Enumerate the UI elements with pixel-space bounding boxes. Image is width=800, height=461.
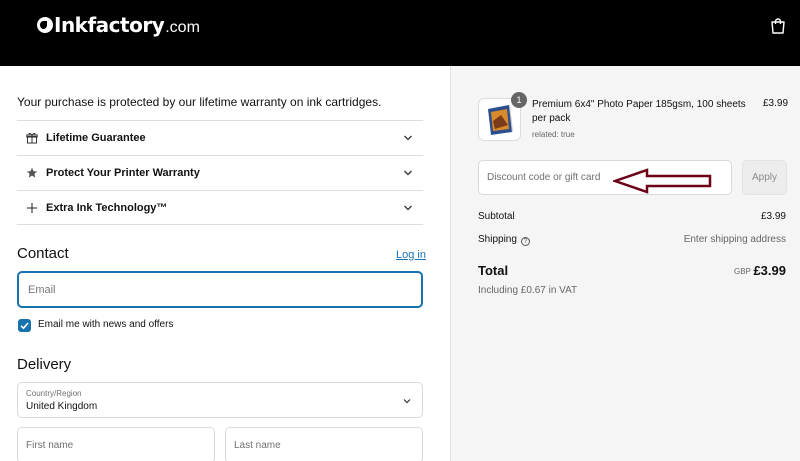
newsletter-label: Email me with news and offers xyxy=(38,319,174,330)
logo-icon xyxy=(37,17,53,33)
logo-name: Inkfactory xyxy=(54,13,165,37)
logo-tld: .com xyxy=(165,19,200,36)
total-label: Total xyxy=(478,263,509,278)
accordion-label: Protect Your Printer Warranty xyxy=(46,167,200,179)
subtotal-value: £3.99 xyxy=(760,211,786,222)
order-summary: 1 Premium 6x4" Photo Paper 185gsm, 100 s… xyxy=(450,66,800,461)
subtotal-label: Subtotal xyxy=(478,211,515,222)
gift-icon xyxy=(26,132,38,144)
first-name-placeholder: First name xyxy=(26,440,74,451)
star-icon xyxy=(26,167,38,179)
login-link[interactable]: Log in xyxy=(396,249,426,261)
chevron-down-icon xyxy=(403,399,411,404)
email-field-wrapper xyxy=(17,271,423,308)
accordion-extra-ink[interactable]: Extra Ink Technology™ xyxy=(17,190,423,225)
header: Inkfactory .com xyxy=(0,0,800,66)
chevron-down-icon xyxy=(404,135,412,141)
country-label: Country/Region xyxy=(26,389,82,398)
shipping-row-label: Shipping? xyxy=(478,234,530,246)
accordion-printer-warranty[interactable]: Protect Your Printer Warranty xyxy=(17,155,423,190)
contact-heading: Contact xyxy=(17,245,69,262)
total-value: £3.99 xyxy=(753,263,786,278)
accordion-divider xyxy=(17,224,423,225)
accordion-label: Lifetime Guarantee xyxy=(46,132,146,144)
product-meta: related: true xyxy=(532,130,575,139)
email-field[interactable] xyxy=(19,273,421,306)
last-name-placeholder: Last name xyxy=(234,440,281,451)
arrow-annotation xyxy=(613,168,712,194)
help-icon[interactable]: ? xyxy=(520,237,530,246)
first-name-field[interactable]: First name xyxy=(17,427,215,461)
logo[interactable]: Inkfactory .com xyxy=(37,13,200,37)
shopping-bag-icon[interactable] xyxy=(770,17,786,35)
vat-note: Including £0.67 in VAT xyxy=(478,285,578,296)
shipping-label: Shipping xyxy=(478,234,517,245)
plus-icon xyxy=(26,202,38,214)
shipping-value: Enter shipping address xyxy=(683,234,786,245)
quantity-badge: 1 xyxy=(511,92,527,108)
checkout-form: Your purchase is protected by our lifeti… xyxy=(0,66,450,461)
chevron-down-icon xyxy=(404,170,412,176)
currency-code: GBP xyxy=(734,267,751,276)
accordion-lifetime-guarantee[interactable]: Lifetime Guarantee xyxy=(17,120,423,155)
newsletter-checkbox[interactable] xyxy=(18,319,31,332)
last-name-field[interactable]: Last name xyxy=(225,427,423,461)
accordion-label: Extra Ink Technology™ xyxy=(46,202,168,214)
product-name: Premium 6x4" Photo Paper 185gsm, 100 she… xyxy=(532,99,746,124)
chevron-down-icon xyxy=(404,205,412,211)
country-select[interactable]: Country/Region United Kingdom xyxy=(17,382,423,418)
product-price: £3.99 xyxy=(763,98,789,109)
warranty-notice: Your purchase is protected by our lifeti… xyxy=(17,95,382,109)
delivery-heading: Delivery xyxy=(17,356,72,373)
country-value: United Kingdom xyxy=(26,401,98,412)
checkmark-icon xyxy=(20,322,29,330)
apply-button[interactable]: Apply xyxy=(742,160,787,195)
